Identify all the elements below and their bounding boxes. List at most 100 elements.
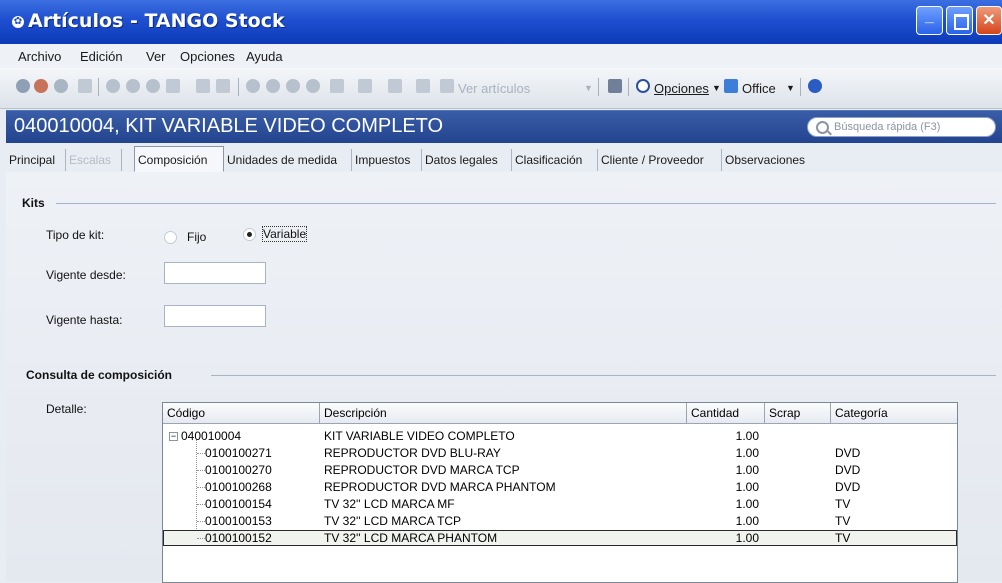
tab-observaciones[interactable]: Observaciones — [722, 149, 818, 171]
help-icon[interactable] — [808, 79, 822, 93]
collapse-icon[interactable]: − — [169, 432, 178, 441]
cancel-icon[interactable] — [34, 79, 48, 93]
nav-last-icon[interactable] — [306, 79, 320, 93]
close-icon: ✕ — [982, 12, 996, 29]
cell-codigo: 0100100153 — [205, 514, 272, 528]
tree-connector — [197, 521, 205, 522]
office-icon[interactable] — [724, 79, 738, 93]
table-row[interactable]: − 040010004 KIT VARIABLE VIDEO COMPLETO … — [163, 428, 957, 444]
cell-categoria: TV — [835, 531, 851, 545]
menu-archivo[interactable]: Archivo — [18, 49, 61, 64]
calculator-icon[interactable] — [608, 79, 622, 93]
tab-escalas: Escalas — [66, 149, 122, 171]
quick-search-placeholder: Búsqueda rápida (F3) — [834, 121, 941, 133]
minimize-icon: _ — [925, 8, 934, 25]
chevron-down-icon[interactable]: ▼ — [786, 83, 795, 93]
tab-datos-legales[interactable]: Datos legales — [422, 149, 512, 171]
column-header-codigo[interactable]: Código — [163, 403, 320, 423]
cell-descripcion: KIT VARIABLE VIDEO COMPLETO — [324, 429, 515, 443]
toolbar-separator — [598, 78, 599, 96]
first-record-icon[interactable] — [126, 79, 140, 93]
menu-bar: Archivo Edición Ver Opciones Ayuda — [0, 44, 1002, 68]
print-icon[interactable] — [166, 79, 180, 93]
office-button[interactable]: Office — [742, 81, 776, 96]
tab-cliente-proveedor[interactable]: Cliente / Proveedor — [598, 149, 722, 171]
preview-icon[interactable] — [216, 79, 230, 93]
cell-codigo: 0100100270 — [205, 463, 272, 477]
cell-codigo: 040010004 — [181, 429, 242, 443]
column-header-cantidad[interactable]: Cantidad — [687, 403, 765, 423]
record-header: 040010004, KIT VARIABLE VIDEO COMPLETO B… — [6, 110, 1002, 143]
nav-next-icon[interactable] — [286, 79, 300, 93]
sort-icon[interactable] — [416, 79, 430, 93]
table-row[interactable]: 0100100154 TV 32'' LCD MARCA MF 1.00 TV — [163, 496, 957, 512]
tab-clasificacion[interactable]: Clasificación — [512, 149, 598, 171]
column-header-descripcion[interactable]: Descripción — [320, 403, 687, 423]
filter-icon[interactable] — [358, 79, 372, 93]
column-header-categoria[interactable]: Categoría — [831, 403, 955, 423]
close-button[interactable]: ✕ — [976, 6, 1002, 35]
add-icon[interactable] — [54, 79, 68, 93]
filter-articles-icon[interactable] — [440, 79, 454, 93]
menu-ver[interactable]: Ver — [146, 49, 166, 64]
nav-prev-icon[interactable] — [266, 79, 280, 93]
grid-header: Código Descripción Cantidad Scrap Catego… — [163, 403, 957, 424]
vigente-hasta-input[interactable] — [164, 305, 266, 327]
page-title: 040010004, KIT VARIABLE VIDEO COMPLETO — [14, 115, 444, 137]
cell-descripcion: REPRODUCTOR DVD MARCA PHANTOM — [324, 480, 556, 494]
maximize-button[interactable] — [946, 6, 973, 35]
radio-fijo[interactable] — [164, 231, 177, 244]
tab-impuestos[interactable]: Impuestos — [352, 149, 422, 171]
tipo-de-kit-label: Tipo de kit: — [46, 228, 105, 242]
opciones-button[interactable]: Opciones — [654, 81, 709, 96]
cell-categoria: DVD — [835, 446, 861, 460]
tree-connector — [197, 487, 205, 488]
grid-icon[interactable] — [388, 79, 402, 93]
radio-variable[interactable] — [243, 228, 256, 241]
table-row[interactable]: 0100100270 REPRODUCTOR DVD MARCA TCP 1.0… — [163, 462, 957, 478]
nav-first-icon[interactable] — [246, 79, 260, 93]
column-header-scrap[interactable]: Scrap — [765, 403, 831, 423]
toolbar-separator — [800, 78, 801, 96]
previous-record-icon[interactable] — [146, 79, 160, 93]
tree-connector — [197, 504, 205, 505]
menu-ayuda[interactable]: Ayuda — [246, 49, 283, 64]
chevron-down-icon[interactable]: ▼ — [584, 83, 593, 93]
cell-categoria: TV — [835, 514, 851, 528]
tab-principal[interactable]: Principal — [6, 149, 66, 171]
cell-codigo: 0100100268 — [205, 480, 272, 494]
table-row[interactable]: 0100100153 TV 32'' LCD MARCA TCP 1.00 TV — [163, 513, 957, 529]
radio-variable-label[interactable]: Variable — [261, 226, 308, 242]
vigente-desde-input[interactable] — [164, 262, 266, 284]
table-row[interactable]: 0100100268 REPRODUCTOR DVD MARCA PHANTOM… — [163, 479, 957, 495]
minimize-button[interactable]: _ — [916, 6, 943, 35]
view-icon[interactable] — [330, 79, 344, 93]
composition-grid[interactable]: Código Descripción Cantidad Scrap Catego… — [162, 402, 958, 583]
app-icon: ✿ — [12, 16, 24, 28]
maximize-icon — [947, 7, 972, 34]
section-title-consulta: Consulta de composición — [26, 368, 173, 382]
copy-icon[interactable] — [78, 79, 92, 93]
tab-composicion[interactable]: Composición — [134, 146, 224, 172]
table-row[interactable]: 0100100271 REPRODUCTOR DVD BLU-RAY 1.00 … — [163, 445, 957, 461]
tab-unidades-de-medida[interactable]: Unidades de medida — [224, 149, 352, 171]
chevron-down-icon[interactable]: ▼ — [712, 83, 721, 93]
cell-cantidad: 1.00 — [735, 429, 759, 443]
radio-fijo-label[interactable]: Fijo — [187, 230, 206, 244]
delete-icon[interactable] — [106, 79, 120, 93]
section-title-kits: Kits — [22, 196, 45, 210]
table-row-selected[interactable]: 0100100152 TV 32'' LCD MARCA PHANTOM 1.0… — [163, 530, 957, 546]
export-icon[interactable] — [196, 79, 210, 93]
menu-opciones[interactable]: Opciones — [180, 49, 235, 64]
section-divider — [56, 203, 996, 204]
accept-icon[interactable] — [16, 79, 30, 93]
tree-connector — [197, 538, 205, 539]
cell-categoria: TV — [835, 497, 851, 511]
toolbar-separator — [98, 78, 99, 96]
toolbar-separator — [628, 78, 629, 96]
menu-edicion[interactable]: Edición — [80, 49, 123, 64]
options-icon[interactable] — [636, 79, 650, 93]
quick-search-input[interactable]: Búsqueda rápida (F3) — [807, 117, 996, 137]
ver-articulos-button[interactable]: Ver artículos — [458, 81, 530, 96]
cell-descripcion: TV 32'' LCD MARCA TCP — [324, 514, 462, 528]
